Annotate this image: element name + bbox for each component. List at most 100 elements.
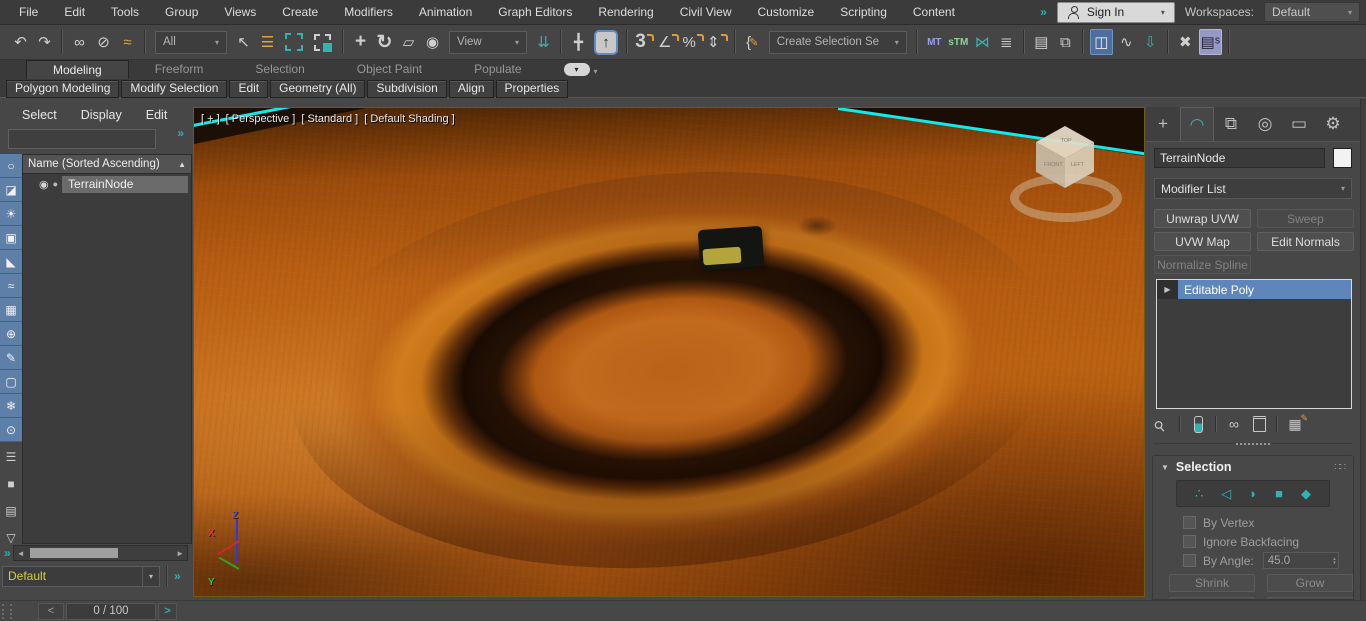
menu-item[interactable]: Animation	[406, 0, 485, 24]
polygon-subobject-icon[interactable]: ■	[1275, 486, 1283, 501]
ribbon-panel-button[interactable]: Polygon Modeling	[6, 80, 119, 98]
TerrainNode[interactable]: ◉ ● TerrainNode	[23, 174, 191, 194]
viewport-label[interactable]: [ Perspective ]	[226, 113, 296, 125]
layer-dropdown[interactable]: Default ▾	[2, 566, 160, 587]
menu-item[interactable]: Group	[152, 0, 211, 24]
scene-explorer-menu[interactable]: Select	[10, 108, 69, 122]
modifier-stack[interactable]: ▶ Editable Poly	[1156, 279, 1352, 409]
modifier-list-dropdown[interactable]: Modifier List ▾	[1154, 178, 1352, 199]
display-helpers-filter[interactable]: ◣	[0, 250, 22, 274]
tab-hierarchy[interactable]: ⧉	[1214, 107, 1248, 141]
scene-explorer-menu[interactable]: Edit	[134, 108, 180, 122]
keyboard-override-toggle-icon[interactable]: ↑	[594, 30, 618, 55]
make-unique-icon[interactable]: ∞	[1226, 416, 1242, 432]
menu-item[interactable]: Graph Editors	[485, 0, 585, 24]
command-panel-scrollbar[interactable]	[1360, 99, 1366, 600]
workspace-dropdown[interactable]: Default ▾	[1264, 2, 1360, 22]
detail-view-button[interactable]: ▤	[0, 499, 22, 523]
ribbon-panel-button[interactable]: Properties	[496, 80, 569, 98]
ribbon-tab[interactable]: Selection	[229, 60, 330, 79]
spinner-arrows-icon[interactable]: ▴▾	[1333, 557, 1338, 565]
scrollbar-thumb[interactable]	[30, 548, 118, 558]
ribbon-panel-button[interactable]: Subdivision	[367, 80, 446, 98]
scroll-left-icon[interactable]: ◄	[14, 549, 28, 558]
selection-rollout-header[interactable]: ▼ Selection ∷∷	[1153, 456, 1353, 478]
display-cameras-filter[interactable]: ▣	[0, 226, 22, 250]
stack-item-label[interactable]: Editable Poly	[1178, 280, 1351, 299]
select-and-manipulate-icon[interactable]: ╋	[568, 30, 589, 54]
viewcube[interactable]: TOP FRONT LEFT	[1006, 122, 1126, 226]
previous-frame-button[interactable]: <	[38, 603, 64, 620]
border-subobject-icon[interactable]: ◗	[1249, 486, 1257, 501]
expand-icon[interactable]: ▶	[1157, 280, 1178, 299]
rectangular-selection-region-icon[interactable]	[285, 33, 303, 51]
toolbar-overflow-chevron[interactable]: »	[1040, 5, 1047, 19]
next-frame-button[interactable]: >	[158, 603, 177, 620]
by-vertex-checkbox[interactable]	[1183, 516, 1196, 529]
menu-item[interactable]: Civil View	[667, 0, 745, 24]
ribbon-panel-button[interactable]: Edit	[229, 80, 268, 98]
reference-coordinate-dropdown[interactable]: View ▾	[449, 31, 527, 54]
ribbon-tab[interactable]: Populate	[448, 60, 547, 79]
mt-tool-icon[interactable]: MT	[924, 30, 945, 54]
display-spacewarps-filter[interactable]: ≈	[0, 274, 22, 298]
tab-utilities[interactable]: ⚙	[1316, 107, 1350, 141]
curve-editor-icon[interactable]: ◫	[1090, 29, 1113, 55]
display-groups-filter[interactable]: ▦	[0, 298, 22, 322]
display-visibility-filter[interactable]: ⊙	[0, 418, 22, 442]
display-particles-filter[interactable]: ❄	[0, 394, 22, 418]
vertex-subobject-icon[interactable]: ∴	[1195, 486, 1203, 502]
grow-button[interactable]: Grow	[1267, 574, 1353, 592]
toggle-layer-explorer-icon[interactable]: ⧉	[1055, 30, 1076, 54]
frame-counter[interactable]: 0 / 100	[66, 603, 156, 620]
display-lights-filter[interactable]: ☀	[0, 202, 22, 226]
sign-in-button[interactable]: Sign In ▾	[1057, 2, 1175, 23]
shrink-button[interactable]: Shrink	[1169, 574, 1255, 592]
ignore-backfacing-checkbox[interactable]	[1183, 535, 1196, 548]
remove-modifier-icon[interactable]	[1251, 416, 1267, 432]
drag-grip-icon[interactable]: ∷∷	[1334, 462, 1345, 473]
scroll-right-icon[interactable]: ►	[173, 549, 187, 558]
stack-item[interactable]: ▶ Editable Poly	[1157, 280, 1351, 299]
viewport-label[interactable]: [ Default Shading ]	[364, 113, 455, 125]
element-subobject-icon[interactable]: ◆	[1301, 486, 1311, 502]
node-name[interactable]: TerrainNode	[62, 176, 188, 193]
drag-grip-icon[interactable]	[2, 604, 12, 619]
pin-stack-icon[interactable]: ⚲	[1150, 412, 1173, 435]
snaps-toggle-3d-icon[interactable]: 3	[634, 30, 655, 54]
modifier-button[interactable]: Sweep	[1257, 209, 1354, 228]
select-by-name-icon[interactable]: ☰	[257, 30, 278, 54]
stm-tool-icon[interactable]: sTM	[948, 30, 969, 54]
chevron-down-icon[interactable]: ▾	[594, 67, 598, 76]
chevron-down-icon[interactable]: ▾	[142, 567, 159, 586]
ribbon-panel-button[interactable]: Geometry (All)	[270, 80, 365, 98]
menu-item[interactable]: Customize	[745, 0, 828, 24]
schematic-view-icon[interactable]: ∿	[1116, 30, 1137, 54]
display-containers-filter[interactable]: ▢	[0, 370, 22, 394]
edge-subobject-icon[interactable]: ◁	[1221, 486, 1231, 502]
menu-item[interactable]: Tools	[98, 0, 152, 24]
menu-item[interactable]: Edit	[51, 0, 98, 24]
modifier-button[interactable]: Normalize Spline	[1154, 255, 1251, 274]
viewport-label[interactable]: [ + ]	[201, 113, 220, 125]
redo-icon[interactable]: ↷	[34, 30, 55, 54]
ribbon-panel-button[interactable]: Modify Selection	[121, 80, 227, 98]
select-and-scale-icon[interactable]: ▱	[398, 30, 419, 54]
menu-item[interactable]: Modifiers	[331, 0, 406, 24]
by-angle-checkbox[interactable]	[1183, 554, 1196, 567]
display-geometry-filter[interactable]: ○	[0, 154, 22, 178]
ribbon-tab[interactable]: Freeform	[129, 60, 230, 79]
configure-modifier-sets-icon[interactable]: ▦ ✎	[1287, 416, 1303, 433]
mirror-icon[interactable]: ⋈	[972, 30, 993, 54]
object-name-field[interactable]	[1154, 148, 1325, 168]
menu-item[interactable]: Content	[900, 0, 968, 24]
viewport-label[interactable]: [ Standard ]	[301, 113, 358, 125]
unlink-selection-icon[interactable]: ⊘	[93, 30, 114, 54]
selection-filter-dropdown[interactable]: All ▾	[155, 31, 227, 54]
column-header[interactable]: Name (Sorted Ascending) ▲	[23, 155, 191, 174]
slate-material-editor-icon[interactable]: ▤ˢ	[1199, 29, 1222, 55]
menu-item[interactable]: Rendering	[585, 0, 666, 24]
select-and-move-icon[interactable]: +	[350, 30, 371, 54]
display-shapes-filter[interactable]: ◪	[0, 178, 22, 202]
percent-snap-icon[interactable]: %	[682, 30, 703, 54]
